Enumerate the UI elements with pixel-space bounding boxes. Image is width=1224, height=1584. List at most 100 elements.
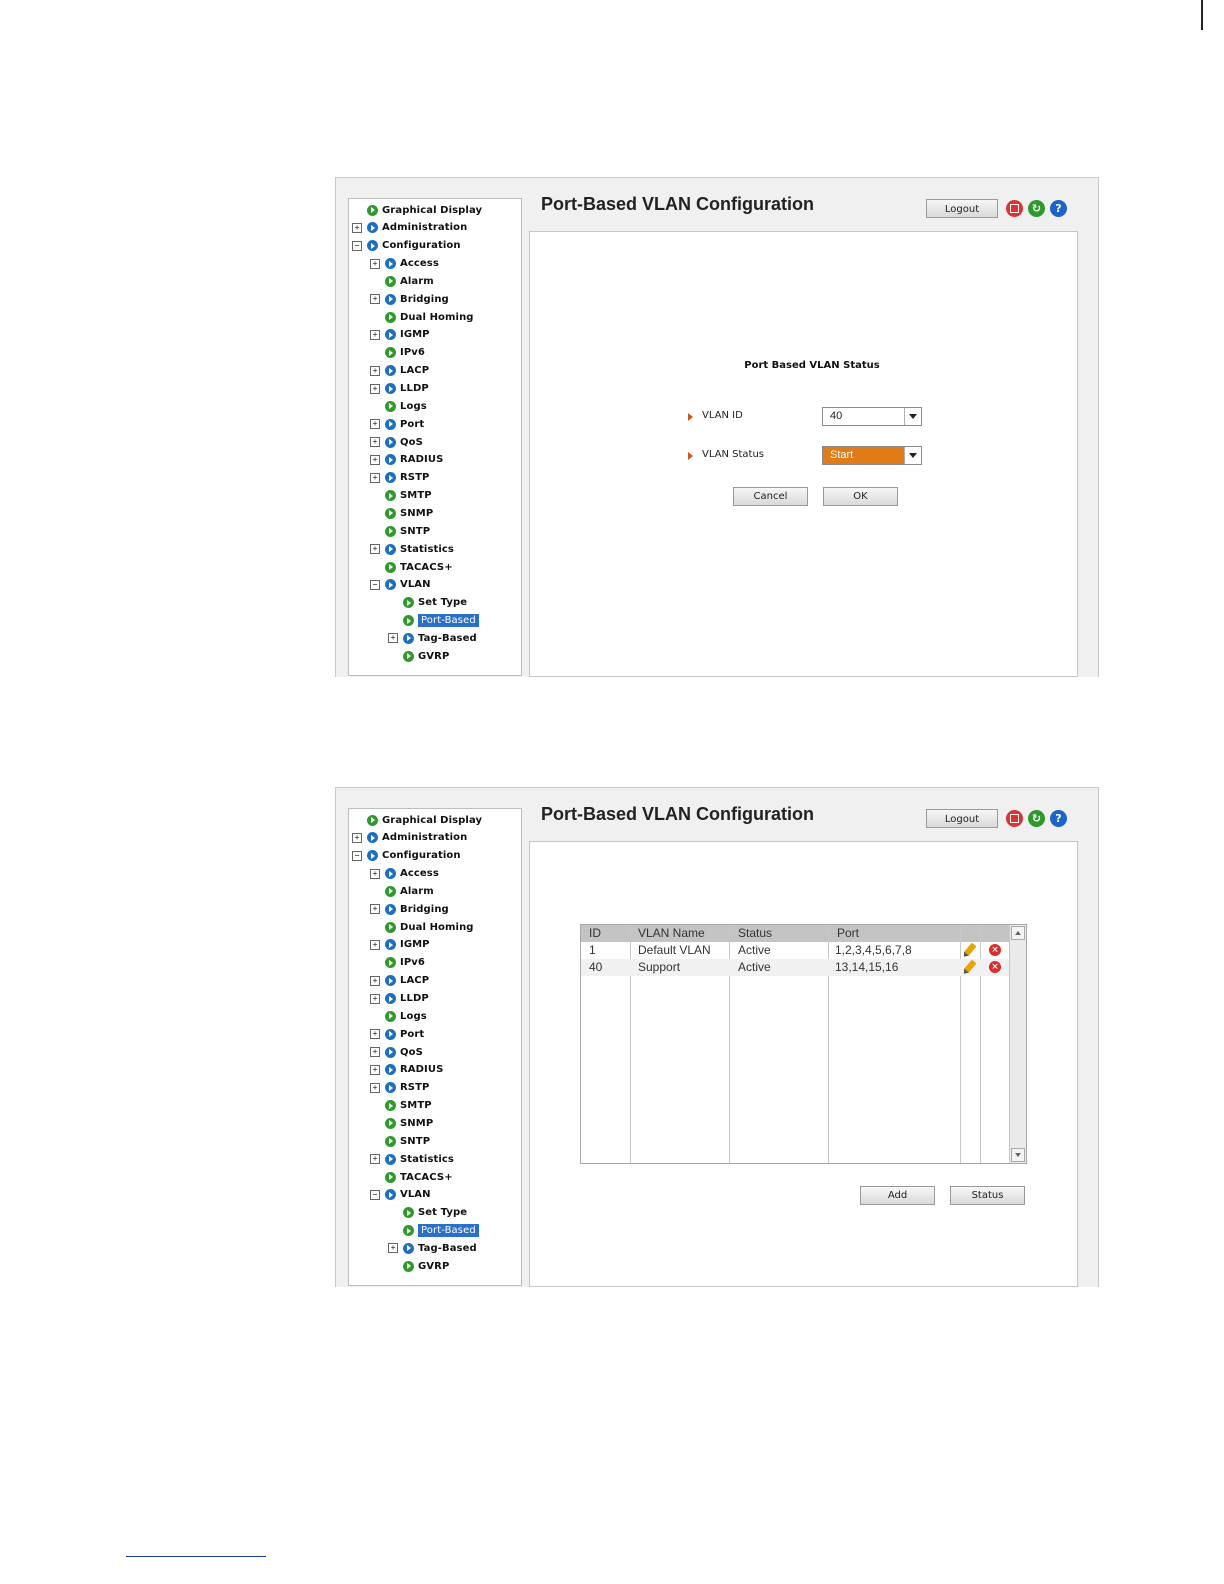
chevron-down-icon[interactable] [904,408,921,425]
refresh-icon[interactable]: ↻ [1028,200,1045,217]
collapse-icon[interactable]: − [352,850,362,861]
expand-icon[interactable]: + [370,1064,380,1075]
tree-item-rstp[interactable]: + RSTP [370,1080,429,1096]
tree-item-vlan[interactable]: − VLAN [370,1187,431,1203]
expand-icon[interactable]: + [388,633,398,644]
tree-item-tacacs[interactable]: TACACS+ [370,1169,453,1185]
column-header-id[interactable]: ID [589,925,601,942]
tree-item-tag-based[interactable]: + Tag-Based [388,630,477,646]
tree-item-qos[interactable]: + QoS [370,434,423,450]
logout-button[interactable]: Logout [926,809,998,828]
expand-icon[interactable]: + [370,454,380,465]
logout-button[interactable]: Logout [926,199,998,218]
expand-icon[interactable]: + [370,437,380,448]
tree-item-ipv6[interactable]: IPv6 [370,955,425,971]
expand-icon[interactable]: + [388,1243,398,1254]
collapse-icon[interactable]: − [352,240,362,251]
tree-item-alarm[interactable]: Alarm [370,883,434,899]
collapse-icon[interactable]: − [370,1189,380,1200]
tree-item-graphical-display[interactable]: Graphical Display [352,202,482,218]
tree-item-rstp[interactable]: + RSTP [370,470,429,486]
expand-icon[interactable]: + [370,472,380,483]
tree-item-set-type[interactable]: Set Type [388,595,467,611]
help-icon[interactable]: ? [1050,200,1067,217]
tree-item-radius[interactable]: + RADIUS [370,1062,443,1078]
tree-item-snmp[interactable]: SNMP [370,505,433,521]
ok-button[interactable]: OK [823,487,898,506]
column-header-port[interactable]: Port [837,925,859,942]
expand-icon[interactable]: + [370,365,380,376]
expand-icon[interactable]: + [370,419,380,430]
edit-icon[interactable] [963,942,977,957]
status-button[interactable]: Status [950,1186,1025,1205]
tree-item-lacp[interactable]: + LACP [370,363,429,379]
expand-icon[interactable]: + [352,832,362,843]
tree-item-smtp[interactable]: SMTP [370,488,432,504]
tree-item-gvrp[interactable]: GVRP [388,1258,449,1274]
tree-item-ipv6[interactable]: IPv6 [370,345,425,361]
table-row[interactable]: 40 Support Active 13,14,15,16 × [581,959,1010,976]
chevron-down-icon[interactable] [904,447,921,464]
expand-icon[interactable]: + [370,544,380,555]
tree-item-port-based[interactable]: Port-Based [388,1223,479,1239]
tree-item-tag-based[interactable]: + Tag-Based [388,1240,477,1256]
tree-item-logs[interactable]: Logs [370,1008,427,1024]
save-icon[interactable] [1006,200,1023,217]
cancel-button[interactable]: Cancel [733,487,808,506]
expand-icon[interactable]: + [370,1082,380,1093]
tree-item-access[interactable]: + Access [370,866,439,882]
expand-icon[interactable]: + [370,1029,380,1040]
expand-icon[interactable]: + [370,1047,380,1058]
tree-item-bridging[interactable]: + Bridging [370,901,449,917]
tree-item-administration[interactable]: + Administration [352,220,467,236]
delete-icon[interactable]: × [989,944,1001,956]
tree-item-snmp[interactable]: SNMP [370,1115,433,1131]
expand-icon[interactable]: + [370,904,380,915]
expand-icon[interactable]: + [370,329,380,340]
vlan-id-select[interactable]: 40 [822,407,922,426]
tree-item-igmp[interactable]: + IGMP [370,937,430,953]
tree-item-lldp[interactable]: + LLDP [370,991,429,1007]
tree-item-gvrp[interactable]: GVRP [388,648,449,664]
delete-icon[interactable]: × [989,961,1001,973]
tree-item-radius[interactable]: + RADIUS [370,452,443,468]
expand-icon[interactable]: + [370,383,380,394]
scroll-up-icon[interactable] [1011,926,1025,940]
tree-item-sntp[interactable]: SNTP [370,1133,430,1149]
tree-item-statistics[interactable]: + Statistics [370,541,454,557]
tree-item-access[interactable]: + Access [370,256,439,272]
tree-item-vlan[interactable]: − VLAN [370,577,431,593]
tree-item-graphical-display[interactable]: Graphical Display [352,812,482,828]
vertical-scrollbar[interactable] [1009,925,1026,1163]
tree-item-port-based[interactable]: Port-Based [388,613,479,629]
tree-item-dual-homing[interactable]: Dual Homing [370,919,474,935]
tree-item-lacp[interactable]: + LACP [370,973,429,989]
tree-item-configuration[interactable]: − Configuration [352,848,461,864]
tree-item-tacacs[interactable]: TACACS+ [370,559,453,575]
tree-item-igmp[interactable]: + IGMP [370,327,430,343]
expand-icon[interactable]: + [370,939,380,950]
tree-item-lldp[interactable]: + LLDP [370,381,429,397]
edit-icon[interactable] [963,959,977,974]
tree-item-bridging[interactable]: + Bridging [370,291,449,307]
refresh-icon[interactable]: ↻ [1028,810,1045,827]
tree-item-smtp[interactable]: SMTP [370,1098,432,1114]
tree-item-dual-homing[interactable]: Dual Homing [370,309,474,325]
tree-item-sntp[interactable]: SNTP [370,523,430,539]
tree-item-statistics[interactable]: + Statistics [370,1151,454,1167]
collapse-icon[interactable]: − [370,579,380,590]
tree-item-administration[interactable]: + Administration [352,830,467,846]
tree-item-configuration[interactable]: − Configuration [352,238,461,254]
tree-item-logs[interactable]: Logs [370,398,427,414]
tree-item-qos[interactable]: + QoS [370,1044,423,1060]
expand-icon[interactable]: + [370,294,380,305]
expand-icon[interactable]: + [370,1154,380,1165]
table-row[interactable]: 1 Default VLAN Active 1,2,3,4,5,6,7,8 × [581,942,1010,959]
help-icon[interactable]: ? [1050,810,1067,827]
vlan-status-select[interactable]: Start [822,446,922,465]
expand-icon[interactable]: + [370,993,380,1004]
column-header-vlan-name[interactable]: VLAN Name [638,925,705,942]
tree-item-alarm[interactable]: Alarm [370,273,434,289]
tree-item-port[interactable]: + Port [370,416,424,432]
tree-item-port[interactable]: + Port [370,1026,424,1042]
